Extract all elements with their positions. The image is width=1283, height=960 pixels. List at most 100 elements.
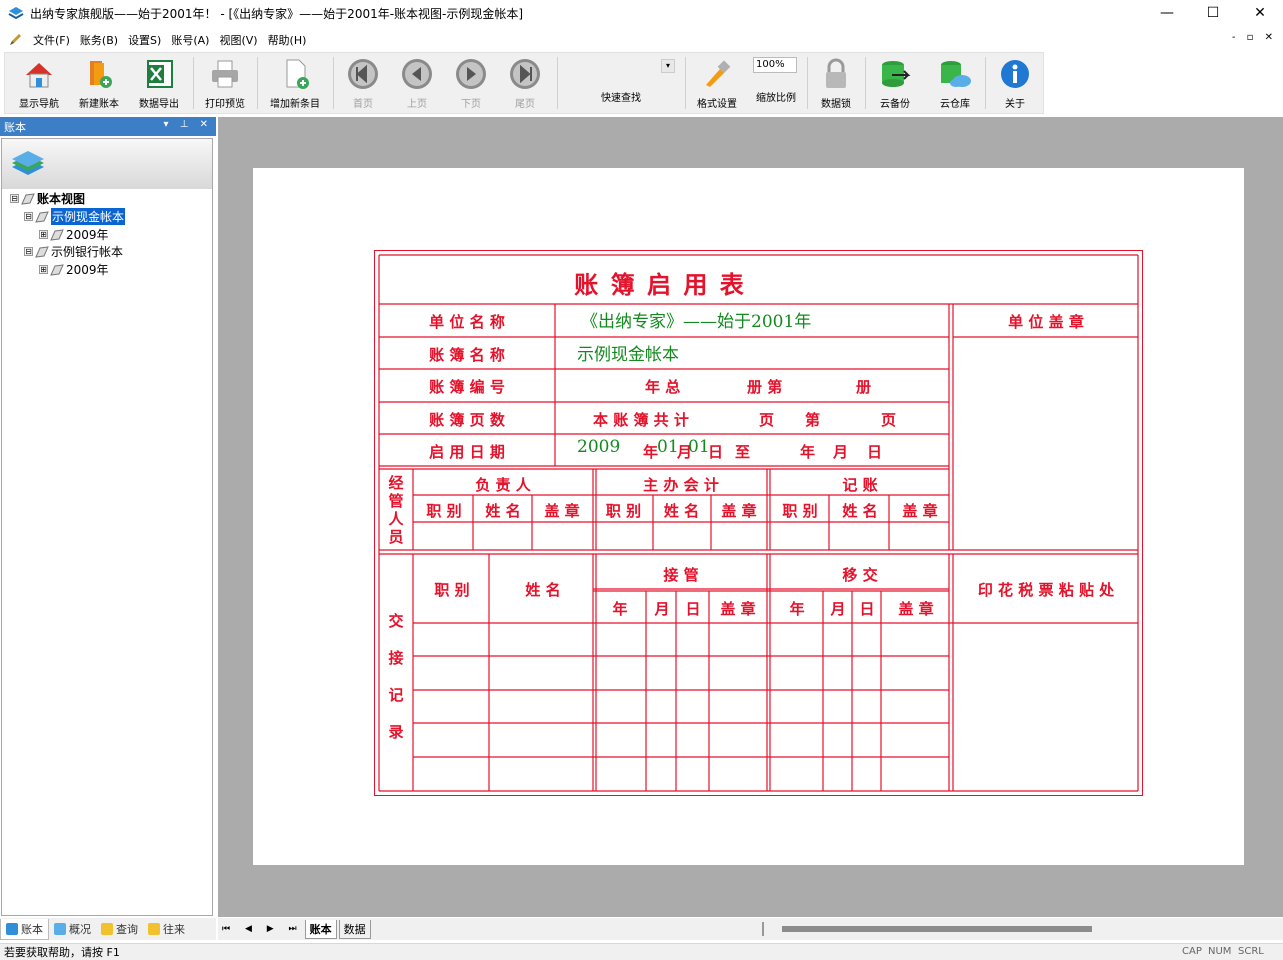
prev-page-button[interactable]: 上页 <box>393 53 441 113</box>
menu-view[interactable]: 视图(V) <box>214 32 262 48</box>
zoom-label: 缩放比例 <box>756 93 796 104</box>
unit-seal-label: 单 位 盖 章 <box>1008 313 1084 331</box>
expand-icon[interactable]: ⊞ <box>39 230 48 239</box>
start-year-value: 2009 <box>577 437 621 457</box>
print-preview-button[interactable]: 打印预览 <box>197 53 253 113</box>
new-book-button[interactable]: 新建账本 <box>71 53 127 113</box>
tree-item-label: 示例现金帐本 <box>51 208 126 225</box>
toolbar-separator <box>865 57 866 109</box>
tree-item-cash-2009[interactable]: ⊞ 2009年 <box>39 226 109 243</box>
first-page-button[interactable]: 首页 <box>339 53 387 113</box>
expand-icon[interactable]: ⊞ <box>39 265 48 274</box>
maximize-button[interactable]: ☐ <box>1190 0 1236 26</box>
pages-text: 第 <box>805 411 821 429</box>
menu-bar: 文件(F) 账务(B) 设置S) 账号(A) 视图(V) 帮助(H) - ▫ ✕ <box>0 30 1283 50</box>
ledger-icon <box>50 228 64 241</box>
collapse-icon[interactable]: ⊟ <box>24 212 33 221</box>
zoom-select[interactable]: 100% <box>753 57 797 73</box>
toolbar-separator <box>333 57 334 109</box>
tree-item-cash-book[interactable]: ⊟ 示例现金帐本 <box>24 208 126 225</box>
collapse-icon[interactable]: ⊟ <box>10 194 19 203</box>
query-tab-icon <box>101 923 113 935</box>
print-page: 账 簿 启 用 表 单 位 名 称 《出纳专家》——始于2001年 账 簿 名 … <box>253 168 1244 865</box>
menu-accounts[interactable]: 账务(B) <box>75 32 123 48</box>
search-dropdown-icon[interactable]: ▾ <box>661 59 675 73</box>
new-book-icon <box>82 57 116 91</box>
handover-sub-header: 年 <box>612 600 628 618</box>
handover-sub-header: 月 <box>830 600 846 618</box>
menu-file[interactable]: 文件(F) <box>28 32 75 48</box>
tab-overview[interactable]: 概况 <box>49 919 96 939</box>
staff-group: 负 责 人 <box>475 476 531 494</box>
form-title: 账 簿 启 用 表 <box>574 270 746 299</box>
start-day-value: 01 <box>688 437 710 457</box>
show-nav-button[interactable]: 显示导航 <box>11 53 67 113</box>
zoom-control[interactable]: 100% 缩放比例 <box>749 53 803 113</box>
contacts-tab-icon <box>148 923 160 935</box>
collapse-icon[interactable]: ⊟ <box>24 247 33 256</box>
export-label: 数据导出 <box>139 99 179 110</box>
menu-settings[interactable]: 设置S) <box>123 32 166 48</box>
sheet-tab-data[interactable]: 数据 <box>338 919 371 939</box>
app-logo-icon <box>8 5 24 21</box>
panel-tabs: 账本 概况 查询 往来 <box>0 918 216 940</box>
cloud-store-label: 云仓库 <box>940 99 970 110</box>
next-page-button[interactable]: 下页 <box>447 53 495 113</box>
tab-ledger[interactable]: 账本 <box>0 918 49 940</box>
staff-sub-header: 职 别 <box>782 502 818 520</box>
pages-text: 本 账 簿 共 计 <box>593 411 689 429</box>
staff-sub-header: 盖 章 <box>721 502 757 520</box>
format-settings-button[interactable]: 格式设置 <box>689 53 745 113</box>
handover-left-head: 姓 名 <box>525 581 561 599</box>
tree-panel: ⊟ 账本视图 ⊟ 示例现金帐本 ⊞ 2009年 ⊟ 示例银行帐本 ⊞ 2009年 <box>1 138 213 916</box>
menu-help[interactable]: 帮助(H) <box>263 32 312 48</box>
handover-sub-header: 日 <box>859 600 875 618</box>
scroll-indicator: SCRL <box>1238 946 1264 957</box>
export-button[interactable]: 数据导出 <box>131 53 187 113</box>
excel-icon <box>142 57 176 91</box>
about-button[interactable]: 关于 <box>991 53 1039 113</box>
books-stack-icon <box>10 149 46 182</box>
tree-item-bank-book[interactable]: ⊟ 示例银行帐本 <box>24 243 123 260</box>
ledger-icon <box>21 192 35 205</box>
book-number-label: 账 簿 编 号 <box>429 378 505 396</box>
menu-account-number[interactable]: 账号(A) <box>166 32 214 48</box>
data-lock-button[interactable]: 数据锁 <box>811 53 861 113</box>
add-entry-button[interactable]: 增加新条目 <box>263 53 327 113</box>
tab-contacts[interactable]: 往来 <box>143 919 190 939</box>
last-page-label: 尾页 <box>515 99 535 110</box>
pencil-icon <box>8 33 22 47</box>
next-page-label: 下页 <box>461 99 481 110</box>
tree-root[interactable]: ⊟ 账本视图 <box>10 190 85 207</box>
pages-text: 页 <box>759 411 775 429</box>
minimize-button[interactable]: — <box>1144 0 1190 26</box>
tab-query[interactable]: 查询 <box>96 919 143 939</box>
staff-sub-header: 盖 章 <box>544 502 580 520</box>
unit-name-label: 单 位 名 称 <box>429 313 505 331</box>
close-button[interactable]: ✕ <box>1237 0 1283 26</box>
sheet-tab-ledger[interactable]: 账本 <box>304 919 337 939</box>
last-page-button[interactable]: 尾页 <box>501 53 549 113</box>
cloud-store-button[interactable]: 云仓库 <box>929 53 981 113</box>
quick-search[interactable]: ▾ 快速查找 <box>561 53 681 113</box>
tree-item-bank-2009[interactable]: ⊞ 2009年 <box>39 261 109 278</box>
new-book-label: 新建账本 <box>79 99 119 110</box>
panel-controls[interactable]: ▾ ⊥ ✕ <box>164 119 212 130</box>
title-bar: 出纳专家旗舰版——始于2001年！ - [《出纳专家》——始于2001年-账本视… <box>0 0 1283 26</box>
date-text: 月 <box>833 443 849 461</box>
horizontal-scrollbar[interactable] <box>762 922 1280 936</box>
caps-indicator: CAP <box>1182 946 1202 957</box>
ledger-icon <box>35 245 49 258</box>
toolbar-separator <box>557 57 558 109</box>
app-window: 出纳专家旗舰版——始于2001年！ - [《出纳专家》——始于2001年-账本视… <box>0 0 1283 960</box>
last-page-icon <box>508 57 542 91</box>
scrollbar-thumb[interactable] <box>782 926 1092 932</box>
mdi-controls[interactable]: - ▫ ✕ <box>1232 32 1277 43</box>
cloud-backup-button[interactable]: 云备份 <box>869 53 921 113</box>
panel-title: 账本 <box>4 120 26 134</box>
sheet-nav-arrows[interactable]: ⏮ ◀ ▶ ⏭ <box>222 924 303 934</box>
document-area: 账 簿 启 用 表 单 位 名 称 《出纳专家》——始于2001年 账 簿 名 … <box>218 117 1283 917</box>
pages-label: 账 簿 页 数 <box>429 411 505 429</box>
status-help-text: 若要获取帮助，请按 F1 <box>4 946 120 959</box>
ledger-activation-form: 账 簿 启 用 表 单 位 名 称 《出纳专家》——始于2001年 账 簿 名 … <box>374 250 1143 796</box>
